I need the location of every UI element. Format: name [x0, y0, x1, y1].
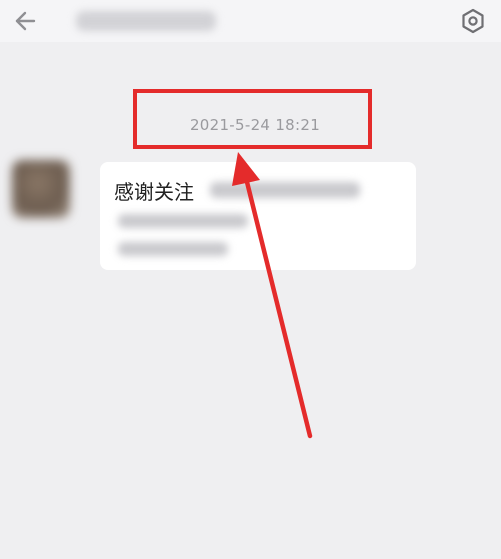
- arrow-left-icon: [15, 11, 36, 31]
- back-button[interactable]: [10, 6, 40, 36]
- conversation-title-blurred: [76, 11, 216, 31]
- settings-button[interactable]: [458, 6, 488, 36]
- blurred-text-line-2: [118, 214, 248, 228]
- message-bubble[interactable]: 感谢关注: [100, 162, 416, 270]
- blurred-text-line-3: [118, 242, 228, 256]
- top-bar: [0, 0, 501, 42]
- annotation-arrow: [232, 152, 313, 439]
- message-title: 感谢关注: [114, 180, 194, 204]
- sender-avatar[interactable]: [12, 160, 70, 218]
- blurred-text-line-1: [210, 182, 360, 198]
- hexagon-gear-icon: [462, 8, 484, 34]
- timestamp-highlight-box: [133, 89, 372, 149]
